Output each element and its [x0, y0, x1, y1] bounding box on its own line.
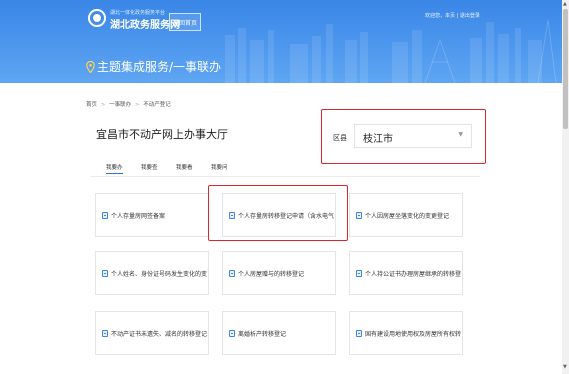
breadcrumb: 首页 > 一事联办 > 不动产登记	[86, 100, 171, 108]
highlight-box-card	[208, 185, 348, 241]
emblem-icon	[88, 9, 106, 27]
return-home-button[interactable]: 返回首页	[169, 13, 201, 31]
tab-do[interactable]: 我要办	[106, 163, 123, 174]
service-card[interactable]: 不动产证书未遗失、减名的转移登记	[95, 311, 209, 355]
service-card[interactable]: 国有建设用地使用权及房屋所有权转	[349, 311, 463, 355]
scroll-thumb[interactable]	[563, 9, 568, 129]
tab-query[interactable]: 我要查	[141, 163, 158, 171]
breadcrumb-current: 不动产登记	[143, 102, 171, 108]
service-card-label: 个人存量房网签备案	[111, 212, 166, 220]
service-card[interactable]: 个人姓名、身份证号码发生变化的变	[95, 251, 209, 295]
breadcrumb-one-stop[interactable]: 一事联办	[109, 102, 131, 108]
service-card-label: 个人因房屋坐落变化的变更登记	[365, 212, 450, 220]
service-card[interactable]: 个人因房屋坐落变化的变更登记	[349, 193, 463, 237]
tab-divider	[90, 176, 480, 177]
service-title: 主题集成服务/一事联办	[86, 58, 221, 75]
document-icon	[102, 211, 108, 219]
service-card-label: 国有建设用地使用权及房屋所有权转	[365, 330, 462, 338]
service-card-label: 个人房屋赠与的转移登记	[238, 270, 305, 278]
service-card-label: 不动产证书未遗失、减名的转移登记	[111, 330, 208, 338]
highlight-box-region	[321, 109, 486, 164]
service-card[interactable]: 个人存量房网签备案	[95, 193, 209, 237]
logo-subtitle: 湖北一体化政务服务平台	[110, 10, 166, 16]
map-pin-icon	[86, 60, 95, 73]
document-icon	[102, 269, 108, 277]
user-links[interactable]: 欢迎您，本页 | 退出登录	[425, 12, 480, 19]
tab-ask[interactable]: 我要问	[211, 163, 228, 171]
document-icon	[356, 211, 362, 219]
page-scrollbar[interactable]: ▲ ▼	[562, 0, 569, 374]
breadcrumb-separator: >	[100, 102, 106, 108]
document-icon	[229, 269, 235, 277]
document-icon	[356, 329, 362, 337]
service-card-label: 个人姓名、身份证号码发生变化的变	[111, 270, 208, 278]
document-icon	[102, 329, 108, 337]
service-card-label: 离婚析产转移登记	[238, 330, 287, 338]
service-card-label: 个人持公证书办理房屋继承的转移登	[365, 270, 462, 278]
breadcrumb-separator: >	[134, 102, 140, 108]
scroll-down-arrow-icon[interactable]: ▼	[563, 364, 567, 370]
page-title: 宜昌市不动产网上办事大厅	[96, 128, 228, 141]
service-title-text: 主题集成服务/一事联办	[97, 60, 222, 74]
document-icon	[229, 329, 235, 337]
document-icon	[356, 269, 362, 277]
scroll-up-arrow-icon[interactable]: ▲	[563, 1, 567, 7]
page: 湖北一体化政务服务平台 湖北政务服务网 返回首页 欢迎您，本页 | 退出登录 主…	[0, 0, 569, 374]
service-card[interactable]: 个人持公证书办理房屋继承的转移登	[349, 251, 463, 295]
service-card[interactable]: 个人房屋赠与的转移登记	[222, 251, 336, 295]
service-card[interactable]: 离婚析产转移登记	[222, 311, 336, 355]
tab-view[interactable]: 我要看	[176, 163, 193, 171]
header-banner: 湖北一体化政务服务平台 湖北政务服务网 返回首页 欢迎您，本页 | 退出登录 主…	[0, 0, 562, 83]
breadcrumb-home[interactable]: 首页	[86, 102, 97, 108]
